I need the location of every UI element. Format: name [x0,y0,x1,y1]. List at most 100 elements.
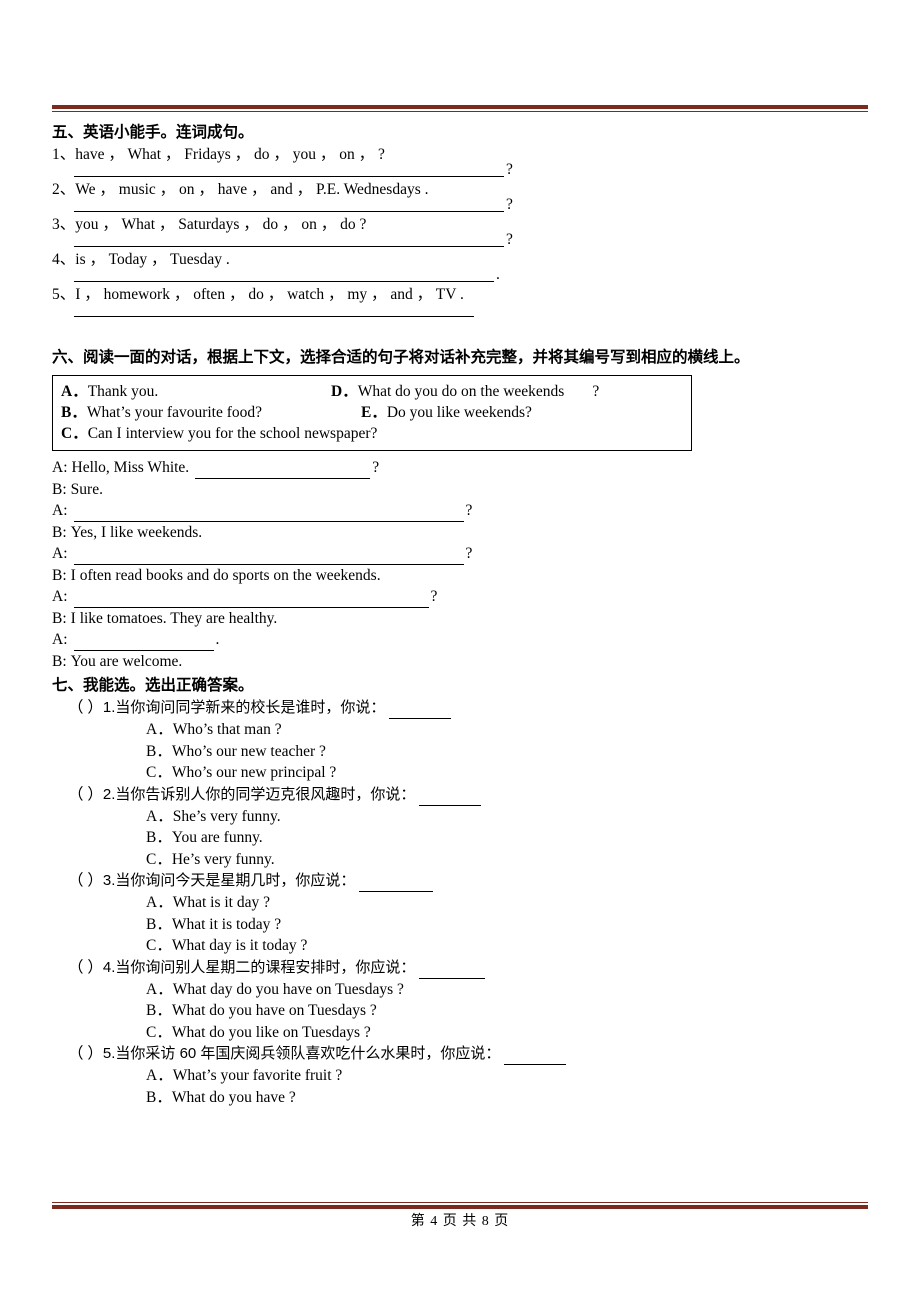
dialogue-blank[interactable] [195,463,371,479]
answer-blank[interactable] [504,1049,567,1065]
dialogue-tail: ? [372,459,380,476]
dialogue-speaker: B: [52,480,67,498]
dialogue-speaker: B: [52,523,67,541]
dialogue-line: A: ? [52,543,872,565]
line-tail: ? [506,231,513,248]
mc-option[interactable]: C．He’s very funny. [146,849,872,871]
dialogue-speaker: B: [52,652,67,670]
dialogue-line: B: I often read books and do sports on t… [52,565,872,587]
answer-line-wrap: ? [74,232,872,247]
bottom-rule-thin [52,1202,868,1203]
answer-blank[interactable] [389,703,452,719]
answer-paren[interactable]: （ ） [68,957,103,979]
mc-option[interactable]: B．You are funny. [146,827,872,849]
item-number: 1、 [52,146,76,163]
answer-line[interactable] [74,197,504,212]
mc-option[interactable]: A．She’s very funny. [146,806,872,828]
mc-option[interactable]: B．What do you have on Tuesdays ? [146,1000,872,1022]
answer-line-wrap [74,302,872,317]
dialogue-line: A: ? [52,500,872,522]
dialogue-line: B: You are welcome. [52,651,872,673]
mc-option[interactable]: B．What it is today ? [146,914,872,936]
choice-item: E． Do you like weekends? [361,402,532,423]
mc-question: （ ） 2.当你告诉别人你的同学迈克很风趣时，你说： [68,784,872,806]
document-content: 五、英语小能手。连词成句。 1、have ， What ， Fridays ， … [52,120,872,1108]
answer-paren[interactable]: （ ） [68,1043,103,1065]
dialogue-blank[interactable] [73,506,464,522]
question-stem: 2.当你告诉别人你的同学迈克很风趣时，你说： [102,785,416,803]
dialogue-tail: . [215,631,220,648]
choice-letter: E． [361,404,387,421]
top-rule-thick [52,105,868,109]
mc-option[interactable]: A．What is it day ? [146,892,872,914]
answer-blank[interactable] [359,876,434,892]
choice-item: B． What’s your favourite food? [61,402,361,423]
dialogue-speaker: A: [52,588,68,605]
choice-item: C． Can I interview you for the school ne… [61,423,377,444]
bottom-rule [52,1202,868,1209]
choice-text: Can I interview you for the school newsp… [87,425,378,442]
item-text: We ， music ， on ， have ， and ， P.E. Wedn… [75,181,429,198]
top-rule [52,105,868,112]
dialogue-blank[interactable] [73,549,464,565]
bottom-rule-thick [52,1205,868,1209]
dialogue-speaker: B: [52,609,67,627]
answer-line-wrap: ? [74,197,872,212]
item-number: 5、 [52,286,76,303]
choice-bank-row: A． Thank you. D． What do you do on the w… [61,381,683,402]
line-tail: . [496,266,500,283]
page-footer: 第 4 页 共 8 页 [0,1210,920,1230]
choice-tail: ? [592,383,600,400]
mc-option[interactable]: C．What day is it today ? [146,935,872,957]
mc-question: （ ） 3.当你询问今天是星期几时，你应说： [68,870,872,892]
mc-option[interactable]: C．Who’s our new principal ? [146,762,872,784]
item-text: is ， Today ， Tuesday . [75,251,230,268]
mc-question: （ ） 1.当你询问同学新来的校长是谁时，你说： [68,697,872,719]
mc-option[interactable]: C．What do you like on Tuesdays ? [146,1022,872,1044]
dialogue-speaker: A: [52,459,68,476]
item-text: I ， homework ， often ， do ， watch ， my ，… [75,286,464,303]
answer-line-wrap: . [74,267,872,282]
choice-text: Do you like weekends? [386,404,532,421]
choice-item: D． What do you do on the weekends ? [331,381,599,402]
answer-paren[interactable]: （ ） [68,870,103,892]
choice-bank-row: B． What’s your favourite food? E． Do you… [61,402,683,423]
mc-option[interactable]: A．What day do you have on Tuesdays ? [146,979,872,1001]
answer-line[interactable] [74,162,504,177]
dialogue-list: A: Hello, Miss White. ? B: Sure. A: ? B:… [52,457,872,672]
mc-option[interactable]: A．What’s your favorite fruit ? [146,1065,872,1087]
choice-letter: D． [331,383,358,400]
document-page: 五、英语小能手。连词成句。 1、have ， What ， Fridays ， … [0,0,920,1302]
answer-blank[interactable] [419,963,486,979]
dialogue-tail: ? [465,545,473,562]
dialogue-line: A: ? [52,586,872,608]
answer-line[interactable] [74,302,474,317]
item-number: 4、 [52,251,76,268]
answer-paren[interactable]: （ ） [68,784,103,806]
dialogue-speaker: A: [52,631,68,648]
mc-option[interactable]: B．Who’s our new teacher ? [146,741,872,763]
section6-heading: 六、阅读一面的对话，根据上下文，选择合适的句子将对话补充完整，并将其编号写到相应… [52,349,750,366]
line-tail: ? [506,161,513,178]
dialogue-line: B: Yes, I like weekends. [52,522,872,544]
dialogue-text: Sure. [70,480,103,498]
mc-option[interactable]: A．Who’s that man ? [146,719,872,741]
dialogue-speaker: B: [52,566,67,584]
answer-line[interactable] [74,232,504,247]
dialogue-tail: ? [465,502,473,519]
choice-letter: A． [61,383,88,400]
dialogue-blank[interactable] [73,635,214,651]
answer-paren[interactable]: （ ） [68,697,103,719]
answer-blank[interactable] [419,790,482,806]
dialogue-speaker: A: [52,502,68,519]
dialogue-blank[interactable] [73,592,429,608]
page-number-text: 第 4 页 共 8 页 [410,1214,510,1229]
answer-line[interactable] [74,267,494,282]
section5-items: 1、have ， What ， Fridays ， do ， you ， on … [52,145,872,317]
choice-text: What’s your favourite food? [86,404,263,421]
choice-text: What do you do on the weekends [357,383,565,400]
choice-text: Thank you. [87,383,159,400]
section7-questions: （ ） 1.当你询问同学新来的校长是谁时，你说： A．Who’s that ma… [52,697,872,1108]
section7-heading: 七、我能选。选出正确答案。 [52,677,254,694]
mc-option[interactable]: B．What do you have ? [146,1087,872,1109]
